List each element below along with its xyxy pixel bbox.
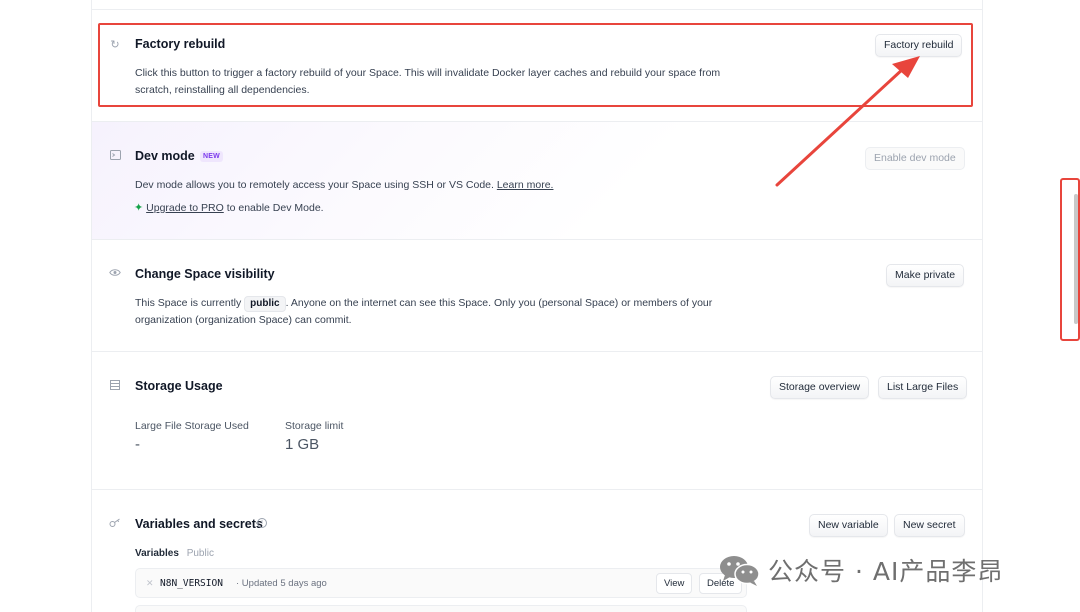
variable-close-icon: ✕ — [146, 578, 154, 588]
wechat-icon — [720, 556, 760, 586]
section-title: Change Space visibility — [135, 267, 275, 281]
eye-icon — [109, 268, 121, 280]
variables-scope: Public — [186, 548, 214, 559]
new-badge: NEW — [200, 151, 223, 162]
view-variable-button[interactable]: View — [656, 573, 693, 594]
visibility-prefix: This Space is currently — [135, 297, 242, 309]
factory-rebuild-button[interactable]: Factory rebuild — [875, 34, 963, 57]
storage-limit-value: 1 GB — [285, 436, 320, 453]
refresh-icon: ↻ — [110, 39, 120, 51]
dev-mode-description: Dev mode allows you to remotely access y… — [135, 179, 494, 191]
storage-limit-label: Storage limit — [285, 420, 344, 432]
section-title: Storage Usage — [135, 379, 223, 393]
list-large-files-button[interactable]: List Large Files — [878, 376, 968, 399]
enable-dev-mode-button[interactable]: Enable dev mode — [865, 147, 965, 170]
upgrade-line: ✦ Upgrade to PRO to enable Dev Mode. — [134, 200, 755, 217]
factory-rebuild-section: ↻ Factory rebuild Click this button to t… — [92, 9, 982, 121]
section-description: This Space is currently public. Anyone o… — [135, 295, 735, 329]
section-title: Dev mode — [135, 149, 195, 163]
new-variable-button[interactable]: New variable — [809, 514, 888, 537]
variables-subheading: Variables Public — [135, 547, 214, 560]
section-title: Variables and secrets — [135, 517, 263, 531]
lfs-used-value: - — [135, 436, 140, 453]
scrollbar-thumb[interactable] — [1074, 194, 1078, 324]
learn-more-link[interactable]: Learn more. — [497, 179, 554, 191]
terminal-icon — [109, 150, 121, 162]
dev-mode-section: Dev mode NEW Dev mode allows you to remo… — [92, 121, 982, 239]
storage-icon — [109, 380, 121, 392]
section-description: Click this button to trigger a factory r… — [135, 67, 721, 96]
variable-row: ✕ N8N_VERSION · Updated 5 days ago View … — [135, 568, 747, 598]
storage-overview-button[interactable]: Storage overview — [770, 376, 870, 399]
sparkle-icon: ✦ — [134, 202, 144, 214]
variable-name: N8N_VERSION — [160, 578, 223, 589]
info-icon[interactable]: i — [257, 518, 267, 528]
settings-panel: ↻ Factory rebuild Click this button to t… — [91, 0, 983, 612]
variable-updated: · Updated 5 days ago — [236, 578, 327, 589]
upgrade-to-pro-link[interactable]: Upgrade to PRO — [146, 202, 224, 214]
variables-heading: Variables — [135, 548, 179, 559]
variable-row-partial — [135, 605, 747, 612]
watermark: 公众号 · AI产品李昂 — [718, 550, 1058, 590]
section-title: Factory rebuild — [135, 37, 226, 51]
watermark-text: 公众号 · AI产品李昂 — [768, 557, 1004, 586]
visibility-section: Change Space visibility This Space is cu… — [92, 239, 982, 351]
make-private-button[interactable]: Make private — [886, 264, 965, 287]
key-icon — [109, 518, 121, 530]
section-description: Dev mode allows you to remotely access y… — [135, 177, 755, 194]
storage-section: Storage Usage Storage overview List Larg… — [92, 351, 982, 489]
upgrade-suffix: to enable Dev Mode. — [226, 202, 324, 214]
visibility-status: public — [244, 296, 286, 312]
new-secret-button[interactable]: New secret — [894, 514, 965, 537]
lfs-used-label: Large File Storage Used — [135, 420, 249, 432]
